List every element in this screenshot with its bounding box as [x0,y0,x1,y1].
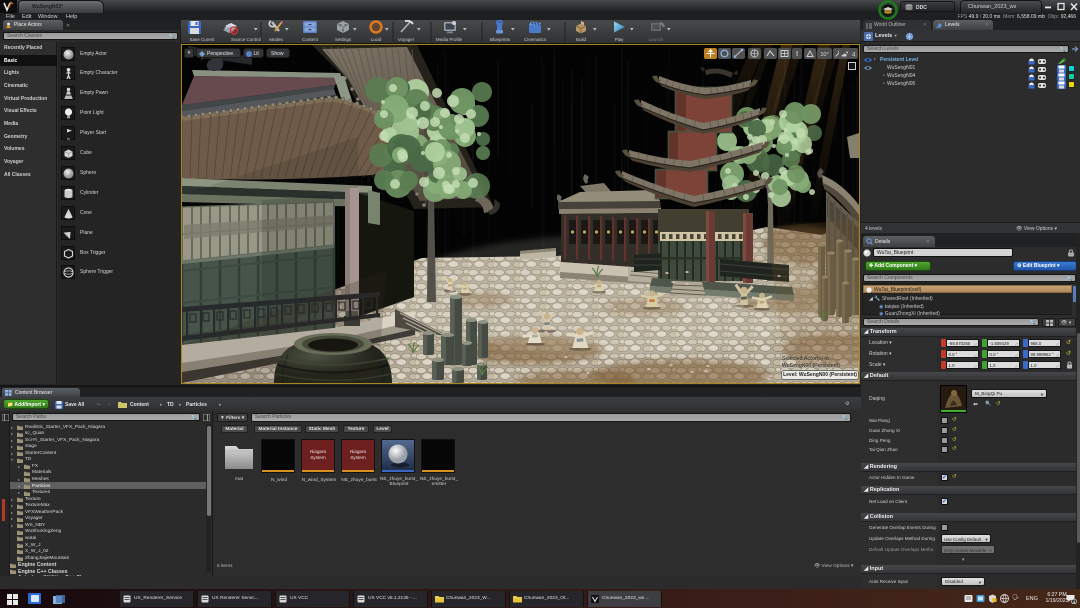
svg-text:!: ! [796,51,798,58]
svg-text:10°: 10° [820,52,828,58]
